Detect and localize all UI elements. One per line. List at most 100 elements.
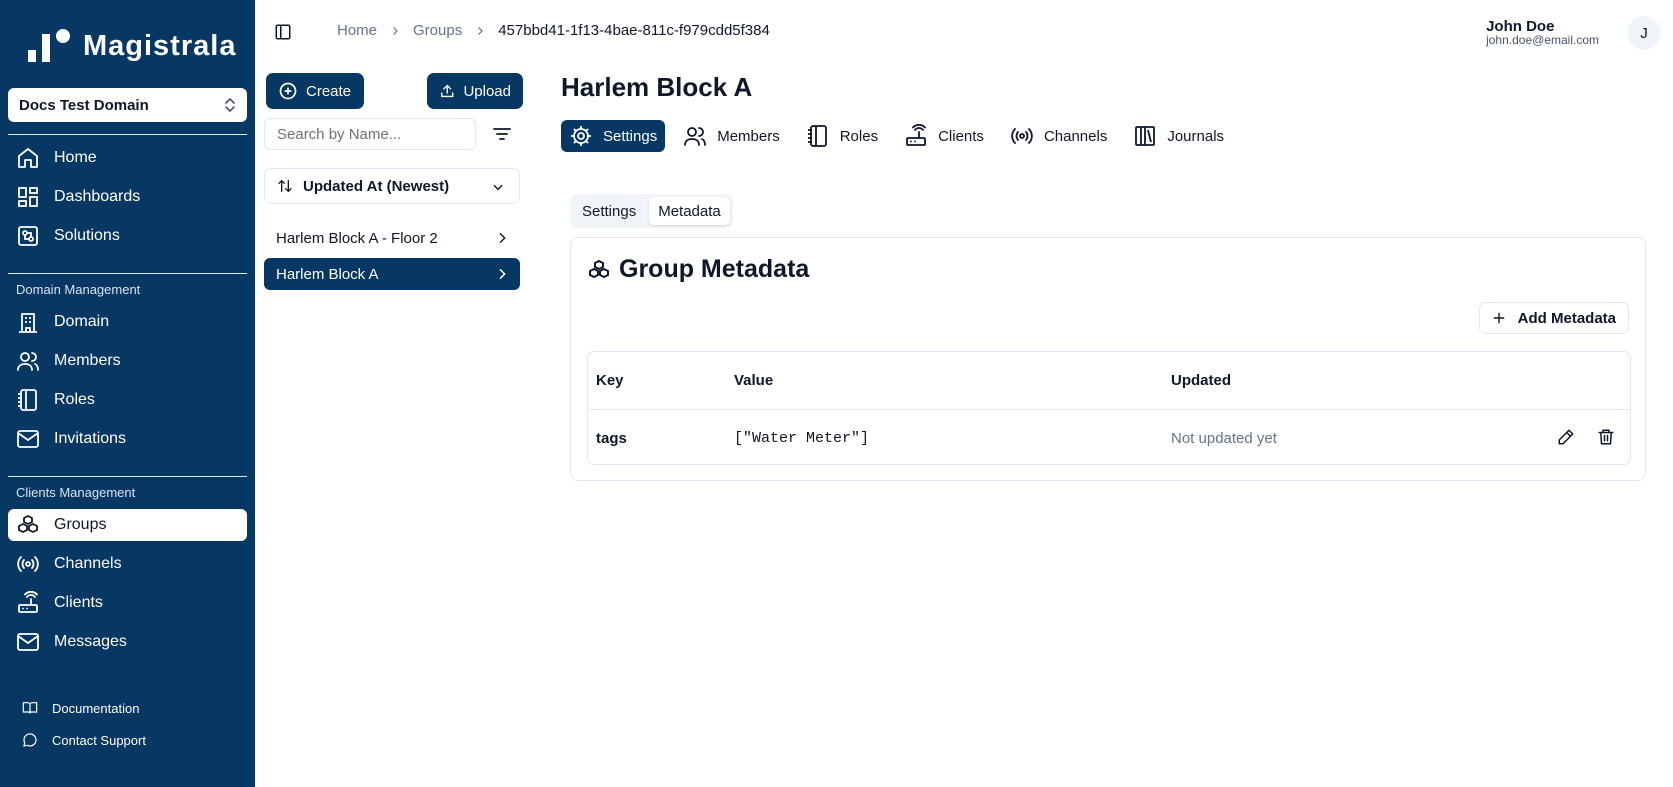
breadcrumb-groups[interactable]: Groups — [413, 22, 462, 39]
home-icon — [18, 148, 38, 168]
create-button-label: Create — [306, 82, 352, 100]
tab-label: Journals — [1167, 127, 1225, 145]
table-row: tags ["Water Meter"] Not updated yet — [588, 409, 1630, 464]
card-title: Group Metadata — [587, 255, 809, 284]
sidebar-item-label: Channels — [54, 555, 122, 572]
sidebar-item-label: Invitations — [54, 430, 127, 447]
sidebar: Magistrala Docs Test Domain Home Dashboa… — [0, 0, 255, 787]
metadata-card: Group Metadata Add Metadata Key Value Up… — [570, 237, 1646, 481]
plus-circle-icon — [279, 82, 297, 100]
chevrons-up-down-icon — [225, 98, 235, 112]
tab-bar: Settings Members Roles Clients Channels … — [561, 120, 1242, 152]
notebook-icon — [807, 125, 827, 147]
upload-button-label: Upload — [463, 82, 511, 100]
sidebar-toggle-icon[interactable] — [274, 23, 292, 41]
column-header-key: Key — [596, 372, 624, 389]
breadcrumb-home[interactable]: Home — [337, 22, 377, 39]
radio-icon — [1011, 128, 1033, 144]
chevron-right-icon — [478, 26, 484, 35]
dashboard-icon — [18, 187, 38, 207]
subtab-settings[interactable]: Settings — [573, 197, 645, 225]
sidebar-item-channels[interactable]: Channels — [8, 548, 247, 580]
subtab-metadata[interactable]: Metadata — [649, 197, 730, 225]
column-header-updated: Updated — [1171, 372, 1231, 389]
section-label-domain: Domain Management — [16, 282, 141, 297]
metadata-table: Key Value Updated tags ["Water Meter"] N… — [587, 351, 1631, 465]
sidebar-item-label: Roles — [54, 391, 95, 408]
cell-updated: Not updated yet — [1171, 429, 1277, 447]
brand-logo[interactable]: Magistrala — [25, 28, 236, 64]
gear-icon — [571, 126, 591, 146]
list-item-label: Harlem Block A - Floor 2 — [276, 229, 438, 247]
chevron-right-icon — [499, 268, 506, 280]
breadcrumb-current: 457bbd41-1f13-4bae-811c-f979cdd5f384 — [498, 22, 770, 39]
avatar[interactable]: J — [1627, 16, 1661, 50]
sidebar-item-messages[interactable]: Messages — [8, 626, 247, 658]
book-icon — [22, 702, 38, 714]
building-icon — [19, 313, 37, 333]
brand-name: Magistrala — [83, 29, 237, 62]
tab-clients[interactable]: Clients — [896, 120, 992, 152]
tab-label: Settings — [603, 127, 658, 145]
sidebar-item-clients[interactable]: Clients — [8, 587, 247, 619]
footer-label: Contact Support — [52, 732, 146, 748]
users-icon — [17, 352, 39, 371]
sort-select-value: Updated At (Newest) — [303, 177, 450, 195]
sidebar-item-dashboards[interactable]: Dashboards — [8, 181, 247, 213]
sidebar-item-label: Dashboards — [54, 188, 141, 205]
sidebar-item-home[interactable]: Home — [8, 142, 247, 174]
list-item[interactable]: Harlem Block A — [264, 258, 520, 290]
sidebar-item-label: Messages — [54, 633, 127, 650]
edit-icon[interactable] — [1557, 428, 1575, 446]
tab-settings[interactable]: Settings — [561, 120, 666, 152]
sidebar-footer-support[interactable]: Contact Support — [22, 732, 146, 748]
solutions-icon — [18, 226, 38, 246]
tab-members[interactable]: Members — [675, 120, 788, 152]
section-label-clients: Clients Management — [16, 485, 136, 500]
router-icon — [906, 124, 926, 146]
user-info[interactable]: John Doe john.doe@email.com — [1486, 18, 1599, 47]
sidebar-divider — [8, 273, 247, 274]
users-icon — [684, 127, 707, 146]
sidebar-item-groups[interactable]: Groups — [8, 509, 247, 541]
router-icon — [18, 591, 38, 613]
sidebar-divider — [8, 134, 247, 135]
sidebar-item-invitations[interactable]: Invitations — [8, 423, 247, 455]
logo-mark-icon — [28, 29, 70, 62]
tab-journals[interactable]: Journals — [1125, 120, 1232, 152]
search-input[interactable] — [264, 118, 476, 150]
sidebar-item-domain[interactable]: Domain — [8, 306, 247, 338]
breadcrumb: Home Groups 457bbd41-1f13-4bae-811c-f979… — [337, 22, 770, 39]
sort-select[interactable]: Updated At (Newest) — [264, 168, 520, 204]
sort-arrows-icon — [278, 179, 292, 193]
sidebar-item-label: Members — [54, 352, 121, 369]
sidebar-item-label: Groups — [54, 516, 107, 533]
tab-label: Clients — [938, 127, 984, 145]
plus-icon — [1493, 312, 1505, 324]
domain-selector-value: Docs Test Domain — [19, 96, 149, 114]
list-item[interactable]: Harlem Block A - Floor 2 — [264, 222, 520, 254]
footer-label: Documentation — [52, 700, 140, 716]
boxes-icon — [18, 515, 38, 533]
notebook-icon — [18, 389, 37, 411]
sidebar-item-label: Home — [54, 149, 97, 166]
tab-channels[interactable]: Channels — [1002, 120, 1115, 152]
create-button[interactable]: Create — [266, 73, 364, 109]
subtab-bar: Settings Metadata — [570, 194, 733, 228]
add-metadata-button[interactable]: Add Metadata — [1478, 302, 1629, 334]
chevron-right-icon — [499, 232, 506, 244]
mail-check-icon — [17, 633, 39, 651]
upload-button[interactable]: Upload — [427, 73, 523, 109]
sidebar-divider — [8, 476, 247, 477]
sidebar-item-roles[interactable]: Roles — [8, 384, 247, 416]
cell-value: ["Water Meter"] — [734, 429, 870, 447]
filter-icon[interactable] — [492, 126, 512, 142]
trash-icon[interactable] — [1597, 428, 1615, 446]
sidebar-item-solutions[interactable]: Solutions — [8, 220, 247, 252]
chat-icon — [23, 733, 37, 747]
upload-icon — [441, 84, 454, 98]
domain-selector[interactable]: Docs Test Domain — [8, 88, 247, 122]
sidebar-footer-documentation[interactable]: Documentation — [22, 700, 139, 716]
tab-roles[interactable]: Roles — [798, 120, 886, 152]
sidebar-item-members[interactable]: Members — [8, 345, 247, 377]
